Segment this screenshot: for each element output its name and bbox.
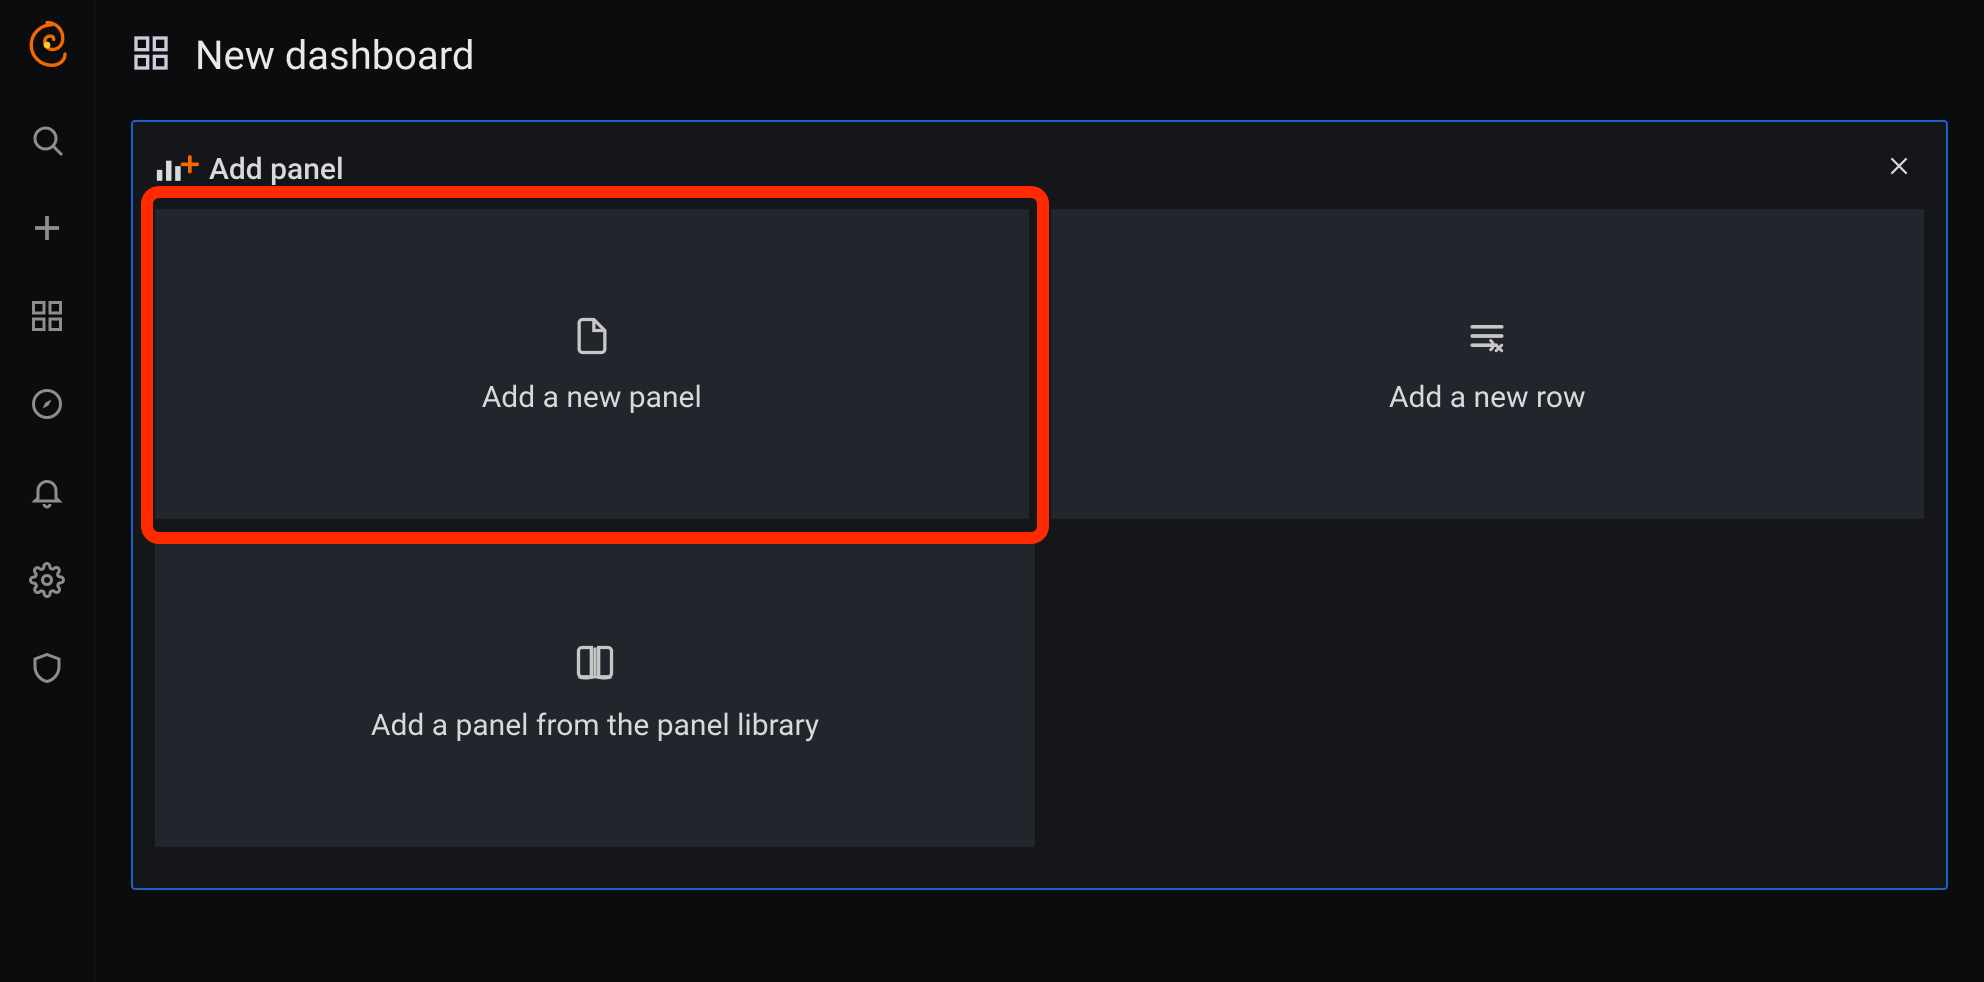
dashboards-icon[interactable] bbox=[27, 296, 67, 336]
add-new-row-label: Add a new row bbox=[1389, 380, 1586, 415]
panel-cards: Add a new panel Add a new row Add a pane… bbox=[145, 209, 1934, 847]
add-panel-container: Add panel Add a new panel bbox=[131, 120, 1948, 890]
close-button[interactable] bbox=[1874, 148, 1924, 191]
plus-icon[interactable] bbox=[27, 208, 67, 248]
app-root: New dashboard bbox=[0, 0, 1984, 982]
dashboard-breadcrumb-icon bbox=[131, 33, 171, 77]
add-panel-header-icon bbox=[155, 151, 199, 189]
page-title: New dashboard bbox=[195, 32, 475, 79]
panel-library-card[interactable]: Add a panel from the panel library bbox=[155, 537, 1035, 847]
cards-top-row: Add a new panel Add a new row bbox=[155, 209, 1924, 519]
search-icon[interactable] bbox=[27, 120, 67, 160]
panel-header-title: Add panel bbox=[209, 152, 344, 187]
main-content: New dashboard bbox=[95, 0, 1984, 982]
grafana-logo[interactable] bbox=[20, 18, 74, 72]
sidebar bbox=[0, 0, 95, 982]
shield-icon[interactable] bbox=[27, 648, 67, 688]
book-icon bbox=[573, 642, 617, 690]
bell-icon[interactable] bbox=[27, 472, 67, 512]
gear-icon[interactable] bbox=[27, 560, 67, 600]
topbar: New dashboard bbox=[95, 0, 1984, 110]
compass-icon[interactable] bbox=[27, 384, 67, 424]
panel-library-label: Add a panel from the panel library bbox=[371, 708, 819, 743]
add-new-panel-label: Add a new panel bbox=[482, 380, 702, 415]
panel-header: Add panel bbox=[145, 132, 1934, 209]
panel-header-left: Add panel bbox=[155, 151, 344, 189]
add-new-panel-card[interactable]: Add a new panel bbox=[155, 209, 1029, 519]
add-new-row-card[interactable]: Add a new row bbox=[1051, 209, 1925, 519]
row-icon bbox=[1465, 314, 1509, 362]
file-icon bbox=[570, 314, 614, 362]
